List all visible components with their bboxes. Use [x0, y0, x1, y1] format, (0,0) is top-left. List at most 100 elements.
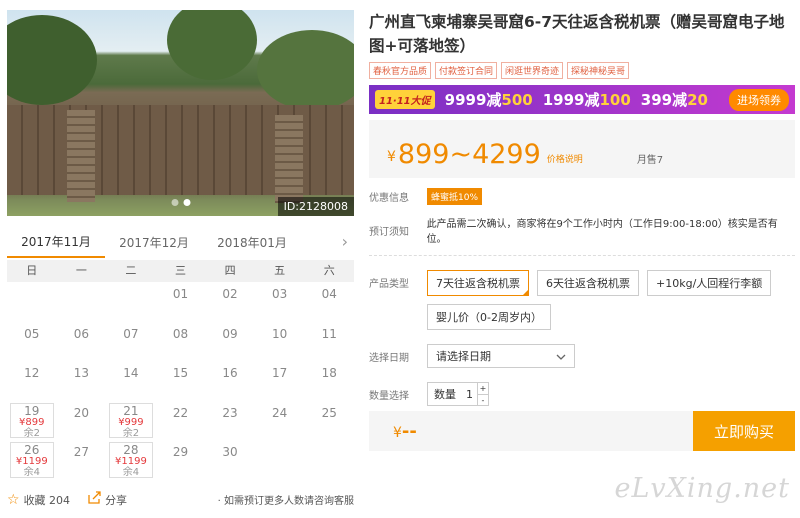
day-number: 27 [73, 445, 89, 459]
favorite-button[interactable]: 收藏 204 [24, 492, 71, 508]
calendar-day: 14 [106, 361, 156, 401]
day-stock: 余2 [23, 427, 40, 439]
feature-tags: 春秋官方品质 付款签订合同 闲逛世界奇迹 探秘神秘吴哥 [369, 62, 795, 79]
type-option[interactable]: 婴儿价（0-2周岁内） [427, 304, 551, 330]
deal-amount: 500 [501, 91, 533, 109]
date-select[interactable]: 请选择日期 [427, 344, 575, 368]
discount-label: 优惠信息 [369, 193, 409, 204]
day-number: 04 [321, 287, 337, 301]
share-button[interactable]: 分享 [88, 491, 127, 508]
discount-row: 优惠信息 蜂蜜抵10% [369, 188, 795, 205]
calendar-day [7, 282, 57, 322]
photo-stairs [275, 115, 303, 203]
promo-deal: 9999减500 [445, 89, 533, 110]
share-label: 分享 [105, 493, 128, 507]
day-number: 29 [172, 445, 189, 459]
calendar: 日 一 二 三 四 五 六 01 02 03 04 05 06 07 08 09 10 11 12 13… [7, 260, 354, 480]
chevron-down-icon [556, 350, 566, 363]
calendar-day: 24 [255, 401, 305, 441]
booking-label: 预订须知 [369, 226, 409, 238]
day-number: 17 [271, 366, 288, 380]
calendar-day: 09 [205, 322, 255, 362]
star-icon[interactable]: ☆ [7, 492, 20, 508]
photo-tree [167, 10, 257, 80]
day-number: 19 [24, 403, 40, 418]
qty-decrement-button[interactable]: - [478, 394, 488, 405]
calendar-day: 08 [156, 322, 206, 362]
day-number: 30 [222, 445, 238, 459]
promo-banner[interactable]: 11·11大促 9999减500 1999减100 399减20 进场领券 [369, 85, 795, 114]
calendar-day: 20 [57, 401, 107, 441]
calendar-day: 30 [205, 440, 255, 480]
day-number: 09 [222, 326, 238, 341]
day-price: ¥1199 [15, 456, 48, 467]
day-number: 26 [24, 443, 40, 457]
get-coupon-button[interactable]: 进场领券 [729, 88, 789, 111]
calendar-day: 11 [304, 322, 354, 362]
calendar-day [57, 282, 107, 322]
right-panel: 广州直飞柬埔寨吴哥窟6-7天往返含税机票（赠吴哥窟电子地图+可落地签） 春秋官方… [369, 10, 795, 451]
price-range: 899~4299 [397, 139, 541, 170]
calendar-day: 02 [205, 282, 255, 322]
feature-tag: 春秋官方品质 [369, 62, 432, 79]
carousel-dot[interactable] [171, 199, 178, 206]
day-number: 21 [123, 403, 139, 418]
type-option[interactable]: +10kg/人回程行李额 [647, 270, 772, 296]
calendar-day-available[interactable]: 21 ¥999 余2 [109, 402, 153, 439]
feature-tag: 闲逛世界奇迹 [501, 62, 564, 79]
promo-badge: 11·11大促 [375, 90, 435, 109]
day-stock: 余4 [23, 467, 40, 478]
calendar-day: 05 [7, 322, 57, 362]
qty-increment-button[interactable]: + [478, 383, 488, 394]
calendar-weekdays: 日 一 二 三 四 五 六 [7, 260, 354, 282]
divider [369, 255, 795, 256]
day-number: 13 [73, 366, 89, 380]
month-tabs: 2017年11月 2017年12月 2018年01月 › [7, 222, 354, 260]
calendar-grid: 01 02 03 04 05 06 07 08 09 10 11 12 13 14 15 16 17 18 19 ¥8… [7, 282, 354, 480]
date-row: 选择日期 请选择日期 [369, 344, 795, 368]
day-number: 02 [222, 287, 238, 301]
calendar-day [304, 440, 354, 480]
product-title: 广州直飞柬埔寨吴哥窟6-7天往返含税机票（赠吴哥窟电子地图+可落地签） [369, 13, 785, 55]
booking-note: 此产品需二次确认，商家将在9个工作小时内（工作日9:00-18:00）核实是否有… [426, 219, 778, 245]
contact-note[interactable]: · 如需预订更多人数请咨询客服 [218, 492, 354, 507]
day-number: 03 [271, 287, 288, 301]
buy-now-button[interactable]: 立即购买 [693, 411, 795, 451]
calendar-day: 04 [304, 282, 354, 322]
tab-month[interactable]: 2017年11月 [7, 225, 105, 258]
qty-label: 数量选择 [369, 390, 409, 402]
tab-month[interactable]: 2017年12月 [105, 226, 203, 257]
feature-tag: 探秘神秘吴哥 [567, 62, 630, 79]
day-number: 11 [321, 326, 337, 341]
day-price: ¥899 [19, 416, 45, 428]
qty-steps: + - [477, 383, 488, 405]
type-option[interactable]: 6天往返含税机票 [537, 270, 639, 296]
calendar-day: 25 [304, 401, 354, 441]
carousel-dots[interactable] [171, 199, 190, 206]
product-photo[interactable]: ID:2128008 [7, 10, 354, 216]
calendar-day: 13 [57, 361, 107, 401]
day-number: 20 [73, 405, 89, 420]
calendar-day-available[interactable]: 26 ¥1199 余4 [10, 442, 54, 478]
chevron-right-icon[interactable]: › [342, 232, 348, 251]
deal-text: 1999减 [542, 91, 600, 109]
calendar-day-available[interactable]: 28 ¥1199 余4 [109, 442, 153, 478]
calendar-day-available[interactable]: 19 ¥899 余2 [10, 402, 54, 439]
day-stock: 余4 [122, 467, 140, 478]
day-number: 05 [24, 326, 40, 341]
total-price: ¥-- [393, 421, 417, 442]
day-number: 16 [222, 366, 238, 380]
qty-value[interactable]: 1 [462, 388, 477, 401]
type-label: 产品类型 [369, 279, 409, 290]
type-option-selected[interactable]: 7天往返含税机票 [427, 270, 529, 296]
date-label: 选择日期 [369, 352, 409, 364]
calendar-day: 12 [7, 361, 57, 401]
tab-month[interactable]: 2018年01月 [203, 226, 301, 257]
watermark: eLvXing.net [614, 473, 790, 504]
day-stock: 余2 [122, 427, 140, 439]
qty-field-label: 数量 [434, 388, 456, 401]
quantity-stepper[interactable]: 数量 1 + - [427, 382, 489, 406]
price-explain-link[interactable]: 价格说明 [547, 152, 583, 165]
deal-amount: 100 [599, 91, 631, 109]
carousel-dot-active[interactable] [183, 199, 190, 206]
